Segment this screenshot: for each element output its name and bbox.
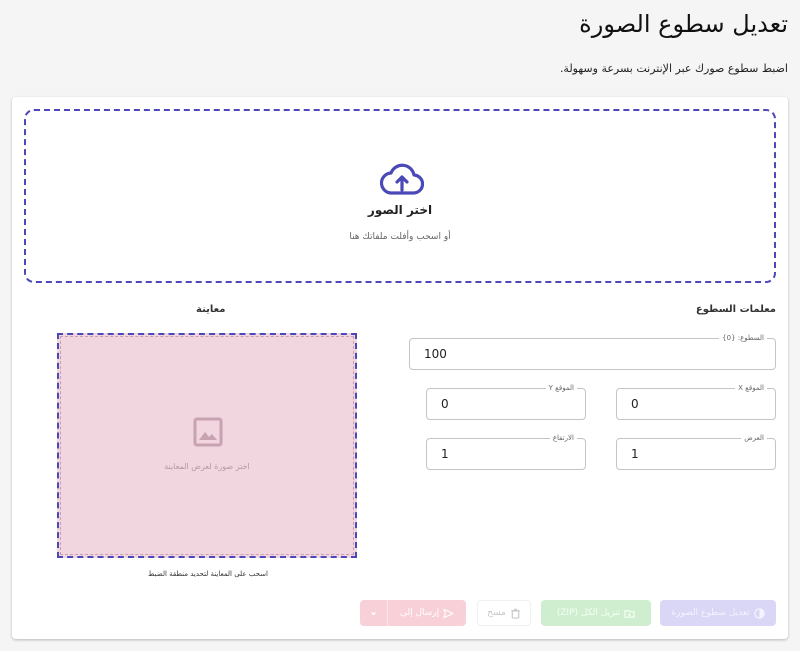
chevron-down-icon — [370, 612, 377, 615]
send-icon — [443, 608, 454, 618]
position-y-value: 0 — [441, 397, 449, 411]
position-y-label: الموقع Y — [545, 383, 577, 393]
position-x-input[interactable]: الموقع X 0 — [616, 383, 776, 420]
preview-caption: اسحب على المعاينة لتحديد منطقة الضبط — [148, 570, 268, 578]
download-zip-label: تنزيل الكل (ZIP) — [556, 608, 621, 618]
preview-placeholder: اختر صورة لعرض المعاينة — [164, 462, 250, 471]
height-input[interactable]: الارتفاع 1 — [426, 433, 586, 470]
cloud-upload-icon — [380, 163, 424, 195]
brightness-icon — [753, 607, 765, 619]
clear-icon — [511, 608, 520, 619]
height-label: الارتفاع — [549, 433, 577, 443]
page-subtitle: اضبط سطوع صورك عبر الإنترنت بسرعة وسهولة… — [559, 62, 788, 75]
send-to-button[interactable]: إرسال إلى — [388, 600, 466, 626]
width-input[interactable]: العرض 1 — [616, 433, 776, 470]
dropzone-hint: أو اسحب وأفلت ملفاتك هنا — [349, 232, 451, 242]
position-y-input[interactable]: الموقع Y 0 — [426, 383, 586, 420]
width-value: 1 — [631, 447, 639, 461]
brightness-label: السطوع: {0} — [719, 333, 767, 343]
folder-download-icon — [624, 609, 635, 618]
height-value: 1 — [441, 447, 449, 461]
send-to-label: إرسال إلى — [399, 608, 440, 618]
params-section-label: معلمات السطوع — [695, 304, 776, 315]
file-dropzone[interactable]: اختر الصور أو اسحب وأفلت ملفاتك هنا — [24, 109, 776, 283]
dropzone-title: اختر الصور — [367, 203, 433, 217]
brightness-input[interactable]: السطوع: {0} 100 — [409, 333, 776, 370]
editor-card: اختر الصور أو اسحب وأفلت ملفاتك هنا معلم… — [12, 97, 788, 639]
clear-button[interactable]: مسح — [477, 600, 531, 626]
clear-label: مسح — [487, 608, 506, 618]
page-title: تعديل سطوع الصورة — [579, 10, 788, 38]
preview-section-label: معاينة — [196, 304, 226, 315]
button-divider — [387, 600, 388, 626]
position-x-value: 0 — [631, 397, 639, 411]
send-to-dropdown-button[interactable] — [360, 600, 387, 626]
position-x-label: الموقع X — [735, 383, 767, 393]
image-icon — [193, 417, 223, 447]
preview-area[interactable]: اختر صورة لعرض المعاينة — [57, 333, 357, 558]
brightness-value: 100 — [424, 347, 447, 361]
edit-brightness-label: تعديل سطوع الصورة — [671, 608, 750, 618]
width-label: العرض — [741, 433, 767, 443]
download-zip-button[interactable]: تنزيل الكل (ZIP) — [541, 600, 651, 626]
edit-brightness-button[interactable]: تعديل سطوع الصورة — [660, 600, 776, 626]
